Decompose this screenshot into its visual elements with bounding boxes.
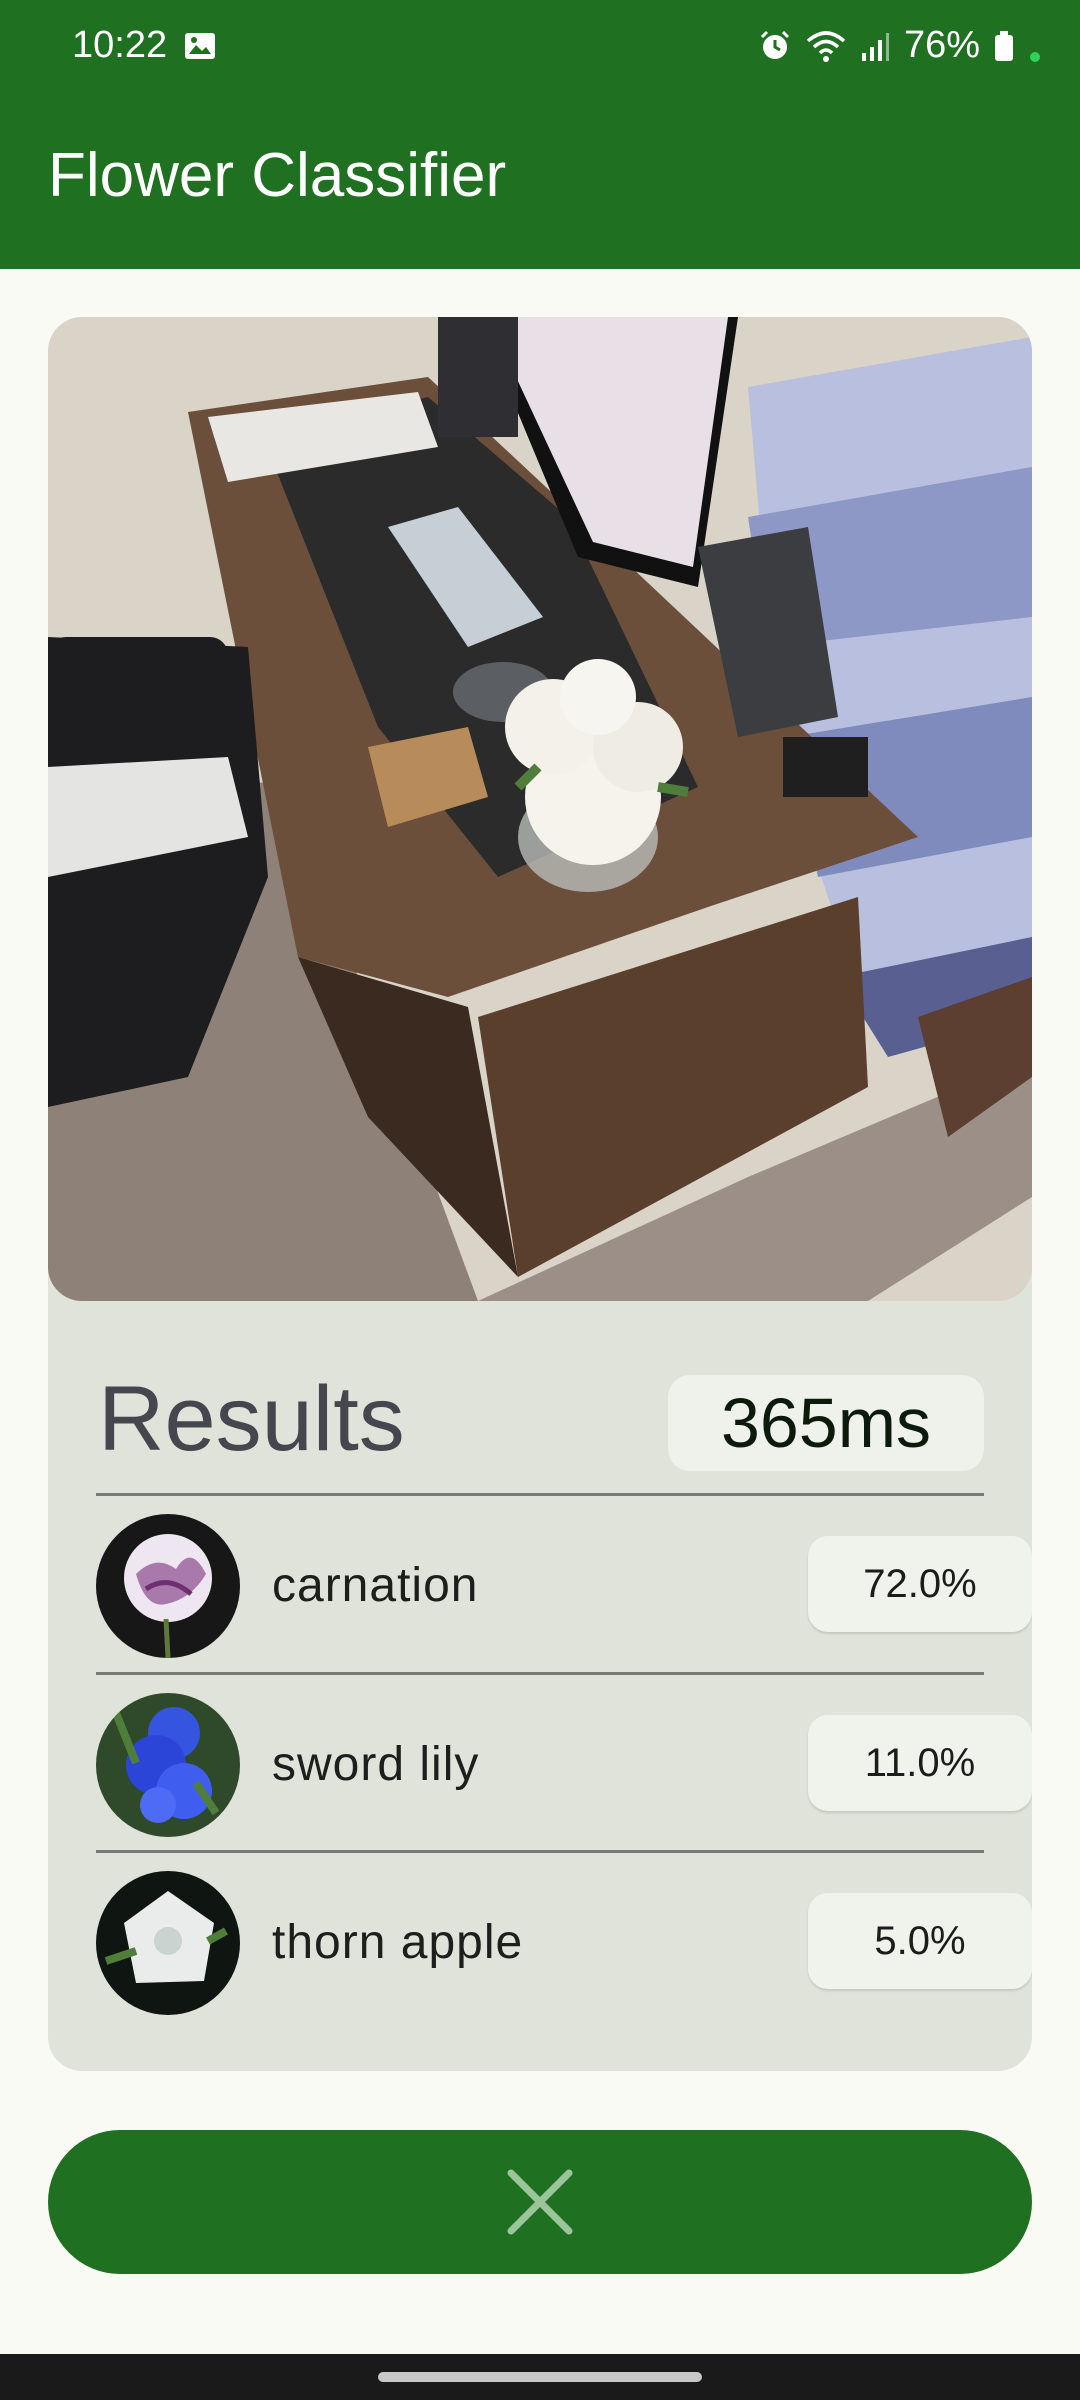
result-label: thorn apple bbox=[272, 1916, 524, 1969]
carnation-thumbnail bbox=[96, 1514, 240, 1658]
results-title: Results bbox=[98, 1368, 405, 1470]
privacy-indicator-dot bbox=[1030, 51, 1040, 62]
home-gesture-handle[interactable] bbox=[378, 2372, 702, 2382]
wifi-icon bbox=[806, 30, 846, 62]
inference-time-chip: 365ms bbox=[668, 1375, 984, 1471]
app-bar: Flower Classifier bbox=[0, 96, 1080, 269]
signal-icon bbox=[861, 32, 889, 61]
gallery-icon bbox=[185, 33, 215, 59]
result-label: sword lily bbox=[272, 1738, 480, 1791]
battery-icon bbox=[995, 30, 1013, 61]
alarm-icon bbox=[760, 30, 789, 59]
confidence-value: 72.0% bbox=[863, 1561, 977, 1606]
status-bar: 10:22 76% bbox=[0, 0, 1080, 96]
input-photo bbox=[48, 317, 1032, 1301]
result-row-carnation: carnation 72.0% bbox=[96, 1496, 1032, 1672]
thorn-apple-thumbnail bbox=[96, 1871, 240, 2015]
navigation-bar bbox=[0, 2354, 1080, 2400]
close-icon bbox=[507, 2169, 573, 2235]
inference-time-value: 365ms bbox=[720, 1384, 932, 1462]
confidence-chip: 5.0% bbox=[808, 1893, 1032, 1989]
confidence-chip: 11.0% bbox=[808, 1715, 1032, 1811]
result-label: carnation bbox=[272, 1559, 479, 1612]
confidence-chip: 72.0% bbox=[808, 1536, 1032, 1632]
result-row-sword-lily: sword lily 11.0% bbox=[96, 1675, 1032, 1851]
confidence-value: 5.0% bbox=[874, 1918, 966, 1963]
app-title: Flower Classifier bbox=[48, 141, 507, 210]
confidence-value: 11.0% bbox=[864, 1740, 976, 1785]
sword-lily-thumbnail bbox=[96, 1693, 240, 1837]
close-button[interactable] bbox=[48, 2130, 1032, 2274]
status-icons: 76% bbox=[758, 24, 1040, 67]
result-row-thorn-apple: thorn apple 5.0% bbox=[96, 1853, 1032, 2029]
status-time: 10:22 bbox=[72, 24, 168, 66]
battery-percent: 76% bbox=[903, 24, 980, 66]
result-card: Results 365ms carnation 72.0% sword lily… bbox=[48, 317, 1032, 2071]
